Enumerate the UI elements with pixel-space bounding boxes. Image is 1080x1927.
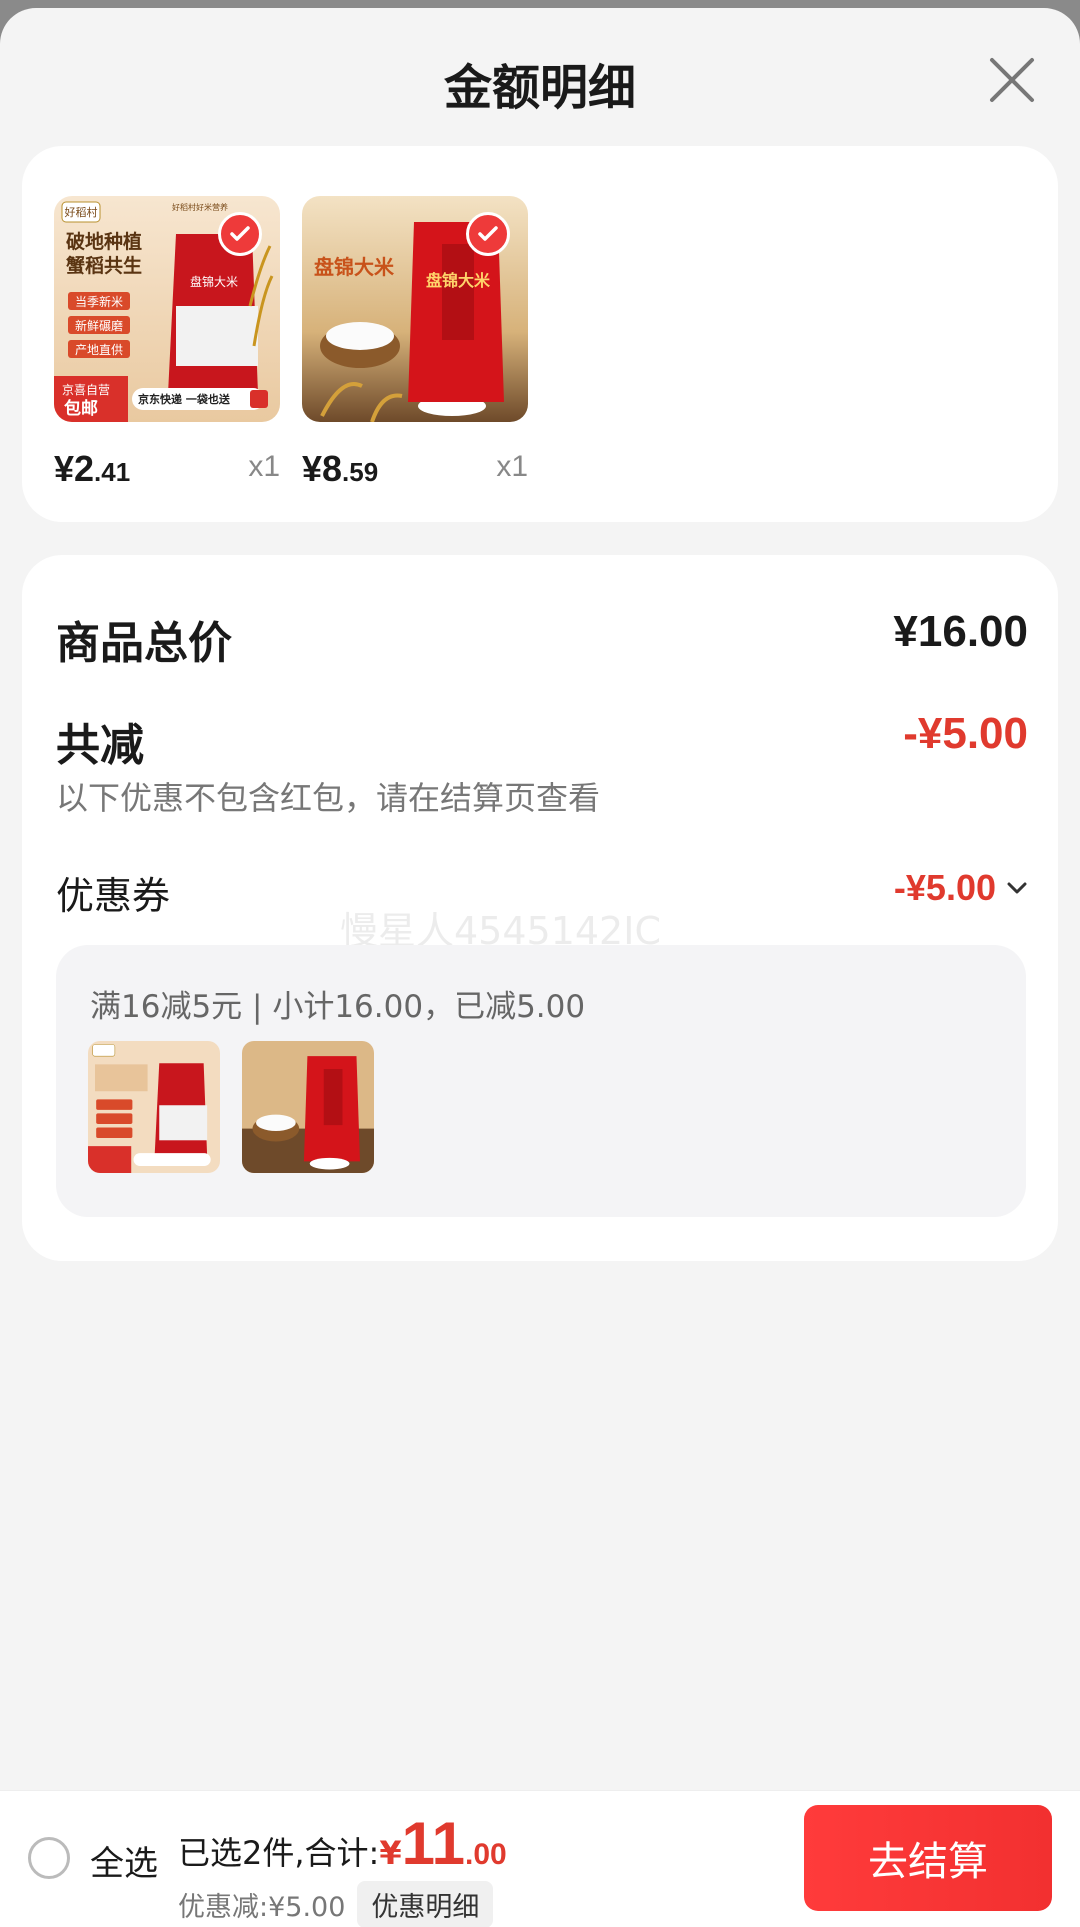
coupon-value: -¥5.00 bbox=[893, 867, 996, 908]
coupon-dropdown[interactable]: -¥5.00 bbox=[894, 867, 1028, 909]
select-all-radio[interactable] bbox=[28, 1837, 70, 1879]
coupon-label: 优惠券 bbox=[56, 874, 171, 918]
product-item[interactable]: 盘锦大米 盘锦大米 ¥8.59 x1 bbox=[302, 196, 528, 500]
discount-amount-text: 优惠减:¥5.00 bbox=[178, 1892, 346, 1923]
sheet-header: 金额明细 bbox=[0, 8, 1080, 148]
total-label: 商品总价 bbox=[56, 618, 232, 669]
discount-label: 共减 bbox=[56, 720, 144, 771]
pack-top-banner: 好稻村好米营养 bbox=[172, 202, 228, 212]
chevron-down-icon bbox=[1007, 882, 1027, 894]
close-icon bbox=[990, 58, 1034, 102]
pack-corner-badge-2: 包邮 bbox=[64, 398, 98, 419]
coupon-product-thumb bbox=[88, 1041, 220, 1173]
price-decimal: .41 bbox=[94, 457, 131, 487]
product-quantity: x1 bbox=[248, 450, 280, 483]
pack-tag-2: 新鲜碾磨 bbox=[75, 318, 123, 333]
product-price: ¥8.59 bbox=[302, 448, 378, 490]
select-all-label[interactable]: 全选 bbox=[90, 1836, 158, 1885]
product-image[interactable]: 盘锦大米 盘锦大米 bbox=[302, 196, 528, 422]
check-icon[interactable] bbox=[218, 212, 262, 256]
selected-count-text: 已选2件,合计: bbox=[178, 1834, 380, 1872]
discount-value: -¥5.00 bbox=[903, 709, 1028, 758]
pack-headline: 盘锦大米 bbox=[314, 255, 395, 279]
discount-note: 以下优惠不包含红包，请在结算页查看 bbox=[56, 779, 601, 817]
products-card: 好稻村 好稻村好米营养 破地种植 蟹稻共生 当季新米 新鲜碾磨 产地直供 盘锦大… bbox=[22, 146, 1058, 522]
product-item[interactable]: 好稻村 好稻村好米营养 破地种植 蟹稻共生 当季新米 新鲜碾磨 产地直供 盘锦大… bbox=[54, 196, 280, 500]
product-price: ¥2.41 bbox=[54, 448, 130, 490]
price-decimal: .59 bbox=[342, 457, 379, 487]
total-integer: 11 bbox=[401, 1810, 466, 1877]
price-integer: ¥8 bbox=[302, 448, 343, 489]
close-button[interactable] bbox=[984, 52, 1040, 108]
total-decimal: .00 bbox=[465, 1838, 507, 1871]
coupon-detail-text: 满16减5元 | 小计16.00，已减5.00 bbox=[90, 989, 586, 1025]
check-icon[interactable] bbox=[466, 212, 510, 256]
discount-detail-button[interactable]: 优惠明细 bbox=[357, 1881, 494, 1927]
page-title: 金额明细 bbox=[443, 60, 636, 116]
checkout-bar: 全选 已选2件,合计: ¥ 11 .00 优惠减:¥5.00 优惠明细 去结算 bbox=[0, 1790, 1080, 1927]
selected-summary: 已选2件,合计: ¥ 11 .00 bbox=[178, 1809, 507, 1878]
price-row: ¥2.41 x1 bbox=[54, 440, 280, 500]
pack-slogan-1: 破地种植 bbox=[66, 230, 142, 253]
pack-brand: 好稻村 bbox=[65, 205, 98, 219]
pack-corner-badge-1: 京喜自营 bbox=[62, 383, 110, 397]
total-value: ¥16.00 bbox=[893, 607, 1028, 656]
coupon-product-thumb bbox=[242, 1041, 374, 1173]
pack-tag-1: 当季新米 bbox=[75, 294, 123, 309]
price-summary-card: 商品总价 ¥16.00 共减 -¥5.00 以下优惠不包含红包，请在结算页查看 … bbox=[22, 555, 1058, 1261]
price-integer: ¥2 bbox=[54, 448, 95, 489]
amount-detail-sheet: 金额明细 好稻村 好稻村好米营养 破地种植 蟹稻共生 当季新米 新鲜碾磨 产地直… bbox=[0, 8, 1080, 1927]
discount-summary: 优惠减:¥5.00 优惠明细 bbox=[178, 1881, 494, 1927]
checkout-button[interactable]: 去结算 bbox=[804, 1805, 1052, 1911]
product-image[interactable]: 好稻村 好稻村好米营养 破地种植 蟹稻共生 当季新米 新鲜碾磨 产地直供 盘锦大… bbox=[54, 196, 280, 422]
coupon-detail-box: 满16减5元 | 小计16.00，已减5.00 bbox=[56, 945, 1026, 1217]
pack-bag-label: 盘锦大米 bbox=[426, 271, 491, 290]
pack-slogan-2: 蟹稻共生 bbox=[65, 254, 142, 277]
total-currency: ¥ bbox=[379, 1834, 402, 1872]
pack-bag-label: 盘锦大米 bbox=[190, 274, 238, 289]
pack-tag-3: 产地直供 bbox=[75, 343, 123, 357]
pack-delivery-text: 京东快递 一袋也送 bbox=[138, 392, 231, 406]
price-row: ¥8.59 x1 bbox=[302, 440, 528, 500]
product-quantity: x1 bbox=[496, 450, 528, 483]
